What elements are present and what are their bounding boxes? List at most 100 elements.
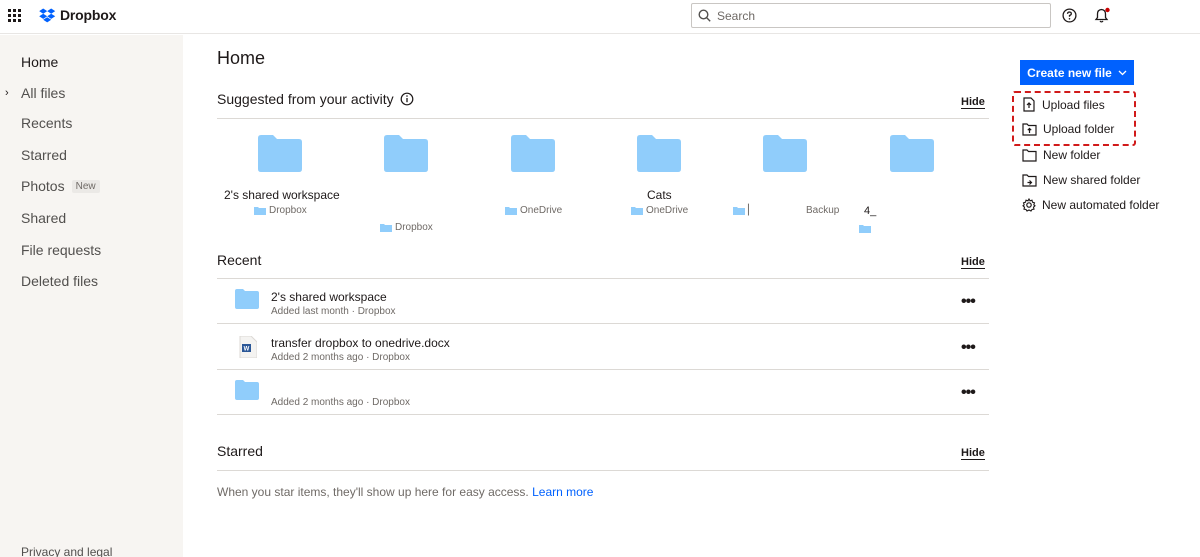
table-row[interactable]: 2's shared workspace Added last month · … xyxy=(217,279,989,324)
create-new-file-button[interactable]: Create new file xyxy=(1020,60,1134,85)
sidebar-item-shared[interactable]: Shared xyxy=(21,210,66,226)
svg-text:W: W xyxy=(244,347,250,353)
create-new-file-label: Create new file xyxy=(1027,65,1112,80)
info-icon[interactable] xyxy=(400,92,414,106)
sidebar-item-home[interactable]: Home xyxy=(21,54,58,70)
folder-icon[interactable] xyxy=(511,135,555,172)
folder-outline-icon xyxy=(1022,148,1037,162)
more-options-icon[interactable]: ••• xyxy=(961,339,976,357)
starred-empty-text: When you star items, they'll show up her… xyxy=(217,485,529,499)
help-icon[interactable] xyxy=(1062,8,1077,23)
location-label: OneDrive xyxy=(520,205,563,216)
starred-hide-link[interactable]: Hide xyxy=(961,447,985,460)
top-bar: Dropbox xyxy=(0,0,1200,34)
folder-icon[interactable] xyxy=(890,135,934,172)
recent-section-title: Recent xyxy=(217,252,261,268)
folder-icon xyxy=(631,207,643,215)
sidebar: Home › All files Recents Starred Photos … xyxy=(0,35,183,557)
suggested-item-location: OneDrive xyxy=(505,205,562,216)
location-label: OneDrive xyxy=(646,205,689,216)
sidebar-item-recents[interactable]: Recents xyxy=(21,115,72,131)
privacy-legal-link[interactable]: Privacy and legal xyxy=(21,545,112,557)
search-bar[interactable] xyxy=(691,3,1051,28)
folder-icon[interactable] xyxy=(258,135,302,172)
suggested-item-location: OneDrive xyxy=(631,205,688,216)
sidebar-item-label: Deleted files xyxy=(21,273,99,289)
new-badge: New xyxy=(71,179,100,193)
suggested-item-location: Dropbox xyxy=(380,222,433,233)
location-label: ▏ xyxy=(748,205,756,216)
notification-bell-icon[interactable] xyxy=(1094,7,1111,24)
action-label: Upload files xyxy=(1042,97,1105,112)
folder-icon xyxy=(733,207,745,215)
page-title: Home xyxy=(217,48,266,68)
dropbox-logo-icon xyxy=(39,8,56,22)
row-meta: Added last month · Dropbox xyxy=(271,306,396,317)
folder-icon[interactable] xyxy=(384,135,428,172)
new-automated-folder-action[interactable]: New automated folder xyxy=(1022,198,1159,212)
sidebar-item-label: Starred xyxy=(21,147,67,163)
sidebar-item-photos[interactable]: Photos New xyxy=(21,178,100,194)
word-doc-icon: W xyxy=(239,336,257,358)
more-options-icon[interactable]: ••• xyxy=(961,384,976,402)
suggested-item-name[interactable]: Cats xyxy=(647,188,672,202)
row-meta: Added 2 months ago · Dropbox xyxy=(271,352,410,363)
shared-folder-icon xyxy=(1022,173,1037,187)
new-shared-folder-action[interactable]: New shared folder xyxy=(1022,173,1140,187)
app-grid-icon[interactable] xyxy=(8,9,21,22)
upload-file-icon xyxy=(1023,97,1035,112)
divider xyxy=(217,118,989,119)
sidebar-item-label: Recents xyxy=(21,115,73,131)
folder-icon[interactable] xyxy=(763,135,807,172)
folder-icon xyxy=(505,207,517,215)
sidebar-item-label: All files xyxy=(21,85,66,101)
suggested-item-name[interactable]: 2's shared workspace xyxy=(224,188,340,202)
action-label: New folder xyxy=(1043,148,1101,162)
recent-hide-link[interactable]: Hide xyxy=(961,256,985,269)
starred-section-title: Starred xyxy=(217,443,263,459)
folder-icon xyxy=(254,207,266,215)
folder-icon xyxy=(859,225,871,233)
action-label: New automated folder xyxy=(1042,198,1160,212)
row-name[interactable]: transfer dropbox to onedrive.docx xyxy=(271,336,450,350)
folder-icon xyxy=(235,289,259,309)
suggested-item-location: Backup xyxy=(806,205,839,216)
search-icon xyxy=(698,9,711,22)
suggested-item-location: Dropbox xyxy=(254,205,307,216)
row-meta: Added 2 months ago · Dropbox xyxy=(271,397,410,408)
new-folder-action[interactable]: New folder xyxy=(1022,148,1100,162)
table-row[interactable]: Added 2 months ago · Dropbox ••• xyxy=(217,370,989,415)
search-input[interactable] xyxy=(717,8,1037,23)
upload-folder-icon xyxy=(1022,122,1037,136)
learn-more-link[interactable]: Learn more xyxy=(532,485,593,499)
suggested-item-location: ▏ xyxy=(733,205,756,216)
sidebar-item-deleted-files[interactable]: Deleted files xyxy=(21,273,98,289)
gear-icon xyxy=(1022,198,1036,212)
folder-icon xyxy=(380,224,392,232)
sidebar-item-label: Shared xyxy=(21,210,67,226)
chevron-down-icon xyxy=(1118,70,1127,75)
location-label: 4_ xyxy=(864,205,877,217)
sidebar-item-starred[interactable]: Starred xyxy=(21,147,67,163)
upload-folder-action[interactable]: Upload folder xyxy=(1022,122,1114,136)
folder-icon[interactable] xyxy=(637,135,681,172)
suggested-section-title: Suggested from your activity xyxy=(217,91,414,107)
sidebar-item-all-files[interactable]: › All files xyxy=(5,85,66,101)
sidebar-item-label: File requests xyxy=(21,242,102,258)
action-label: New shared folder xyxy=(1043,173,1141,187)
location-label: Dropbox xyxy=(269,205,307,216)
sidebar-item-file-requests[interactable]: File requests xyxy=(21,242,101,258)
row-name[interactable]: 2's shared workspace xyxy=(271,290,387,304)
table-row[interactable]: W transfer dropbox to onedrive.docx Adde… xyxy=(217,325,989,370)
suggested-item-location: 4_ xyxy=(864,205,876,217)
chevron-right-icon[interactable]: › xyxy=(5,87,9,99)
folder-icon xyxy=(235,380,259,400)
dropbox-logo[interactable]: Dropbox xyxy=(39,7,116,23)
sidebar-item-label: Photos xyxy=(21,178,65,194)
upload-files-action[interactable]: Upload files xyxy=(1022,97,1105,112)
location-label: Dropbox xyxy=(395,222,433,233)
more-options-icon[interactable]: ••• xyxy=(961,293,976,311)
divider xyxy=(217,470,989,471)
location-label: Backup xyxy=(806,205,840,216)
suggested-hide-link[interactable]: Hide xyxy=(961,96,985,109)
